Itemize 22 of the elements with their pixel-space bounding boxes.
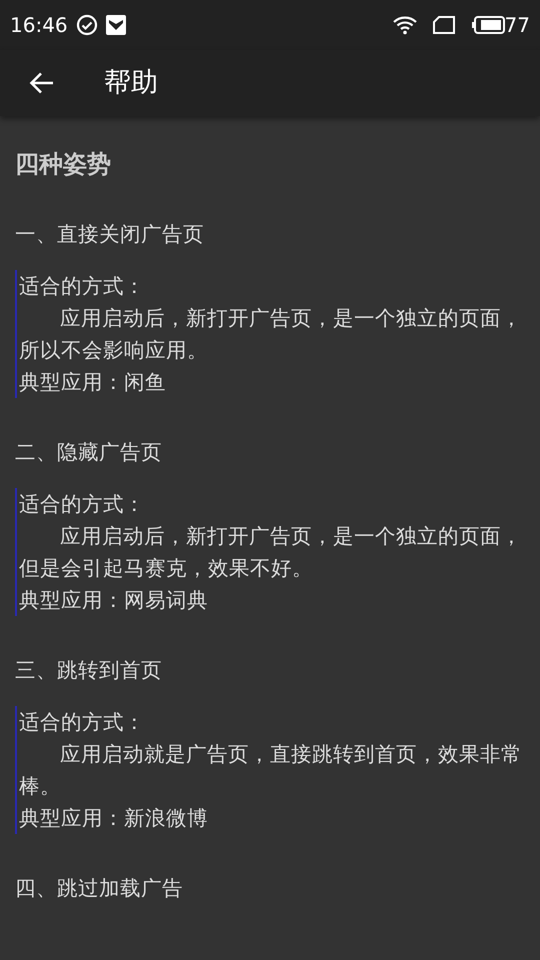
quote-label: 适合的方式： <box>19 709 146 736</box>
quote-text: 应用启动就是广告页，直接跳转到首页，效果非常棒。 <box>19 741 523 800</box>
example-app: 典型应用：闲鱼 <box>19 369 167 396</box>
battery-level: 77 <box>504 12 530 39</box>
quote-label: 适合的方式： <box>19 491 146 518</box>
battery-icon <box>470 16 505 34</box>
section-heading: 二、隐藏广告页 <box>15 439 163 466</box>
example-app: 典型应用：新浪微博 <box>19 805 209 832</box>
quote-label: 适合的方式： <box>19 273 146 300</box>
status-time: 16:46 <box>10 12 68 39</box>
check-circle-icon <box>76 14 98 36</box>
quote-text: 应用启动后，新打开广告页，是一个独立的页面，但是会引起马赛克，效果不好。 <box>19 523 523 582</box>
section-heading: 三、跳转到首页 <box>15 657 163 684</box>
sim-card-icon <box>432 16 455 34</box>
quote-text: 应用启动后，新打开广告页，是一个独立的页面，所以不会影响应用。 <box>19 305 523 364</box>
notification-app-icon <box>106 15 126 35</box>
example-app: 典型应用：网易词典 <box>19 587 209 614</box>
page-title: 帮助 <box>104 66 158 100</box>
article-title: 四种姿势 <box>15 149 112 180</box>
wifi-icon <box>392 15 417 35</box>
section-heading: 四、跳过加载广告 <box>15 875 184 902</box>
section-heading: 一、直接关闭广告页 <box>15 221 205 248</box>
